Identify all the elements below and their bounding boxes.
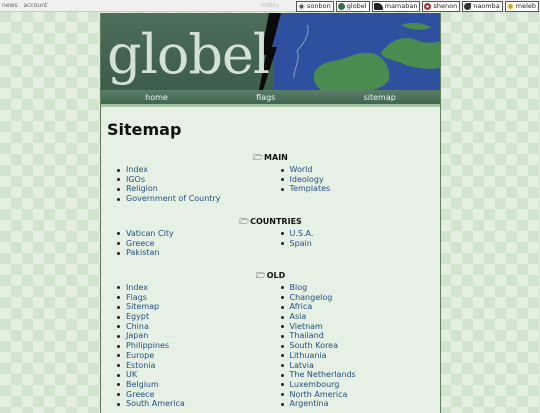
sitemap-link[interactable]: Europe [117, 351, 271, 361]
site-tab-label: mamaban [384, 2, 418, 10]
site-switcher: sonbon globel mamaban shenon naomba mele… [294, 0, 539, 12]
sitemap-link[interactable]: Philippines [117, 341, 271, 351]
sitemap-sections: 🗁MAIN Index IGOs Religion Government of Coun… [107, 153, 434, 409]
link-column-left: Index IGOs Religion Government of Country [107, 165, 271, 204]
site-tab-naomba[interactable]: naomba [462, 1, 503, 12]
sitemap-link[interactable]: Japan [117, 331, 271, 341]
sitemap-link[interactable]: Thailand [280, 331, 435, 341]
sitemap-link[interactable]: Greece [117, 390, 271, 400]
sitemap-link[interactable]: World [280, 165, 435, 175]
sitemap-link[interactable]: North America [280, 390, 435, 400]
globe-icon [337, 3, 345, 10]
bird-icon [373, 3, 383, 10]
section-title-label: OLD [266, 270, 286, 280]
site-tab-label: meleb [515, 2, 536, 10]
account-links: news account [2, 0, 51, 11]
link-column-left: Vatican City Greece Pakistan [107, 229, 271, 258]
sitemap-link[interactable]: Argentina [280, 399, 435, 409]
eye-icon [298, 3, 306, 10]
sitemap-link[interactable]: Egypt [117, 312, 271, 322]
swirl-icon [464, 3, 472, 10]
link-column-left: Index Flags Sitemap Egypt China Japan Philippi… [107, 283, 271, 409]
page-container: globel home flags sitemap Sitemap 🗁MAIN I… [100, 13, 441, 413]
sitemap-link[interactable]: Government of Country [117, 194, 271, 204]
site-tab-globel[interactable]: globel [335, 1, 370, 12]
section-title: 🗁MAIN [107, 153, 434, 163]
news-link[interactable]: news [2, 2, 18, 9]
flower-icon [424, 3, 432, 10]
site-tab-sonbon[interactable]: sonbon [296, 1, 334, 12]
site-tab-label: sonbon [307, 2, 331, 10]
sitemap-section: 🗁OLD Index Flags Sitemap Egypt China Japan Phil… [107, 271, 434, 409]
sitemap-link[interactable]: Africa [280, 302, 435, 312]
sitemap-link[interactable]: Index [117, 283, 271, 293]
section-title: 🗁OLD [107, 271, 434, 281]
sitemap-link[interactable]: Greece [117, 239, 271, 249]
sitemap-link[interactable]: Vatican City [117, 229, 271, 239]
folder-icon: 🗁 [253, 153, 264, 162]
sitemap-link[interactable]: Religion [117, 184, 271, 194]
site-tab-shenon[interactable]: shenon [422, 1, 461, 12]
link-column-right: U.S.A. Spain [271, 229, 435, 258]
sun-icon [506, 3, 514, 10]
main-nav: home flags sitemap [101, 90, 440, 104]
site-tab-meleb[interactable]: meleb [504, 1, 539, 12]
page-title: Sitemap [107, 120, 182, 139]
sitemap-section: 🗁MAIN Index IGOs Religion Government of Coun… [107, 153, 434, 204]
lobby-label[interactable]: lobbly [261, 0, 279, 11]
sitemap-link[interactable]: Belgium [117, 380, 271, 390]
sitemap-section: 🗁COUNTRIES Vatican City Greece Pakistan U.S.… [107, 217, 434, 258]
nav-home[interactable]: home [145, 93, 168, 102]
site-logo[interactable]: globel [107, 23, 270, 86]
sitemap-link[interactable]: Vietnam [280, 322, 435, 332]
sitemap-link[interactable]: U.S.A. [280, 229, 435, 239]
sitemap-link[interactable]: IGOs [117, 175, 271, 185]
section-title-label: MAIN [264, 153, 288, 162]
folder-icon: 🗁 [255, 270, 266, 280]
account-link[interactable]: account [23, 2, 47, 9]
sitemap-link[interactable]: Luxembourg [280, 380, 435, 390]
link-columns: Index Flags Sitemap Egypt China Japan Philippi… [107, 283, 434, 409]
site-banner: globel [101, 13, 440, 90]
sitemap-link[interactable]: Sitemap [117, 302, 271, 312]
link-columns: Vatican City Greece Pakistan U.S.A. Spain [107, 229, 434, 258]
site-tab-mamaban[interactable]: mamaban [371, 1, 421, 12]
sitemap-link[interactable]: Pakistan [117, 248, 271, 258]
sitemap-link[interactable]: Spain [280, 239, 435, 249]
sitemap-link[interactable]: Estonia [117, 361, 271, 371]
sitemap-link[interactable]: China [117, 322, 271, 332]
sitemap-link[interactable]: Changelog [280, 293, 435, 303]
top-bar: news account lobbly sonbon globel mamaba… [0, 0, 540, 12]
folder-icon: 🗁 [239, 216, 250, 226]
link-columns: Index IGOs Religion Government of Country Wo… [107, 165, 434, 204]
nav-divider [101, 104, 440, 107]
sitemap-link[interactable]: South Korea [280, 341, 435, 351]
nav-flags[interactable]: flags [256, 93, 275, 102]
sitemap-link[interactable]: Blog [280, 283, 435, 293]
sitemap-link[interactable]: Templates [280, 184, 435, 194]
sitemap-link[interactable]: Latvia [280, 361, 435, 371]
sitemap-link[interactable]: Flags [117, 293, 271, 303]
link-column-right: World Ideology Templates [271, 165, 435, 204]
main-content: Sitemap 🗁MAIN Index IGOs Religion Government… [107, 120, 434, 409]
nav-sitemap[interactable]: sitemap [364, 93, 396, 102]
site-tab-label: globel [346, 2, 367, 10]
sitemap-link[interactable]: The Netherlands [280, 370, 435, 380]
sitemap-link[interactable]: UK [117, 370, 271, 380]
sitemap-link[interactable]: Ideology [280, 175, 435, 185]
sitemap-link[interactable]: Lithuania [280, 351, 435, 361]
site-tab-label: naomba [473, 2, 500, 10]
sitemap-link[interactable]: Index [117, 165, 271, 175]
sitemap-link[interactable]: South America [117, 399, 271, 409]
section-title: 🗁COUNTRIES [107, 217, 434, 227]
site-tab-label: shenon [433, 2, 458, 10]
link-column-right: Blog Changelog Africa Asia Vietnam Thailand So… [271, 283, 435, 409]
sitemap-link[interactable]: Asia [280, 312, 435, 322]
section-title-label: COUNTRIES [250, 216, 302, 226]
